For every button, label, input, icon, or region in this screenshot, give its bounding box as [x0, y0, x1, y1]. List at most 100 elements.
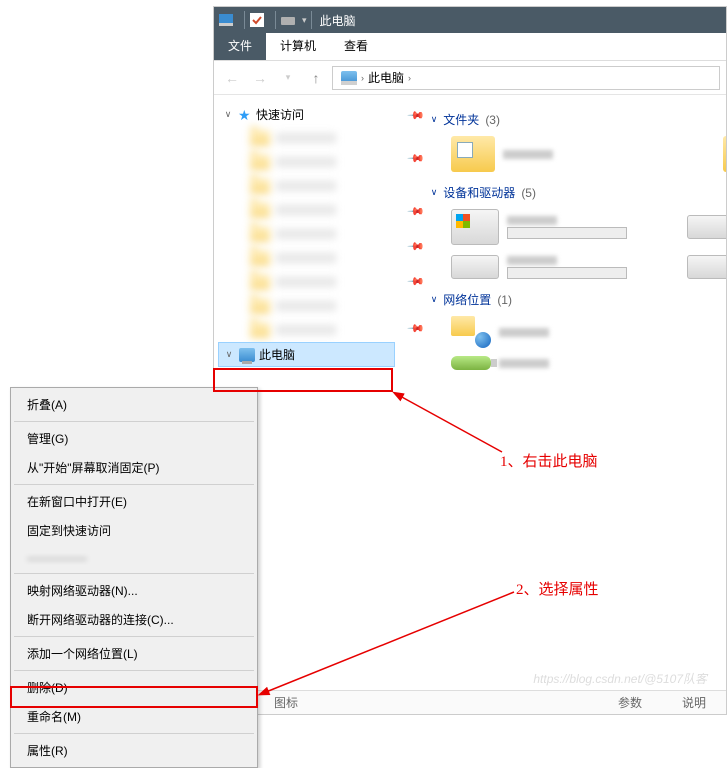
menu-collapse[interactable]: 折叠(A): [13, 390, 255, 419]
group-folders[interactable]: ∨ 文件夹 (3): [431, 111, 726, 128]
pc-icon: [341, 71, 357, 85]
tree-folder-item[interactable]: [250, 318, 395, 342]
menu-rename[interactable]: 重命名(M): [13, 702, 255, 731]
group-count: (1): [497, 293, 512, 307]
folder-icon: [250, 154, 270, 170]
caret-icon: ∨: [431, 294, 438, 305]
folder-icon: [451, 136, 495, 172]
drive-item[interactable]: [451, 255, 627, 279]
folder-icon: [250, 322, 270, 338]
monitor-icon: [218, 12, 234, 28]
statusbar: 图标 参数 说明: [214, 690, 726, 714]
pin-icon[interactable]: 📌: [406, 202, 425, 221]
explorer-window: ▾ 此电脑 文件 计算机 查看 ← → ▾ ↑ › 此电脑 › ∨ ★ 快速: [213, 6, 727, 715]
group-count: (3): [485, 113, 500, 127]
ribbon-tabs: 文件 计算机 查看: [214, 33, 726, 61]
content-area: ∨ ★ 快速访问 ∨ 此电脑: [214, 95, 726, 714]
navbar: ← → ▾ ↑ › 此电脑 ›: [214, 61, 726, 95]
menu-add-net-location[interactable]: 添加一个网络位置(L): [13, 639, 255, 668]
usb-item[interactable]: [451, 356, 726, 370]
nav-history-icon[interactable]: ▾: [276, 66, 300, 90]
folder-icon: [250, 274, 270, 290]
folder-icon: [250, 226, 270, 242]
tree-folder-item[interactable]: [250, 270, 395, 294]
pin-icon[interactable]: 📌: [406, 106, 425, 125]
folder-icon: [250, 202, 270, 218]
breadcrumb[interactable]: › 此电脑 ›: [332, 66, 720, 90]
drive-icon: [687, 255, 726, 279]
network-item[interactable]: [451, 316, 726, 348]
tab-view[interactable]: 查看: [330, 31, 382, 60]
tree-folder-item[interactable]: [250, 246, 395, 270]
menu-disconnect-drive[interactable]: 断开网络驱动器的连接(C)...: [13, 605, 255, 634]
folder-item[interactable]: [451, 136, 553, 172]
caret-icon: ∨: [431, 187, 438, 198]
drive-item[interactable]: [451, 209, 627, 245]
menu-map-drive[interactable]: 映射网络驱动器(N)...: [13, 576, 255, 605]
annotation-step2: 2、选择属性: [516, 578, 599, 599]
context-menu: 折叠(A) 管理(G) 从"开始"屏幕取消固定(P) 在新窗口中打开(E) 固定…: [10, 387, 258, 768]
menu-hidden-item[interactable]: —————: [13, 545, 255, 571]
menu-pin-quick[interactable]: 固定到快速访问: [13, 516, 255, 545]
group-label: 网络位置: [443, 291, 491, 308]
tree-folder-item[interactable]: [250, 150, 395, 174]
menu-properties[interactable]: 属性(R): [13, 736, 255, 765]
pin-icon[interactable]: 📌: [406, 237, 425, 256]
tree-folder-item[interactable]: [250, 294, 395, 318]
group-devices[interactable]: ∨ 设备和驱动器 (5): [431, 184, 726, 201]
drive-icon: [451, 209, 499, 245]
breadcrumb-root[interactable]: › 此电脑 ›: [337, 69, 415, 86]
nav-back-icon[interactable]: ←: [220, 66, 244, 90]
status-params: 参数: [618, 694, 642, 711]
folder-item[interactable]: [723, 136, 726, 172]
nav-forward-icon[interactable]: →: [248, 66, 272, 90]
group-network[interactable]: ∨ 网络位置 (1): [431, 291, 726, 308]
watermark: https://blog.csdn.net/@5107队客: [533, 670, 707, 687]
quick-access-label: 快速访问: [256, 106, 304, 123]
status-desc: 说明: [682, 694, 706, 711]
tree-folder-item[interactable]: [250, 222, 395, 246]
window-title: 此电脑: [320, 12, 356, 29]
dropdown-icon[interactable]: ▾: [302, 15, 307, 26]
caret-icon[interactable]: ∨: [222, 109, 234, 120]
tree-folder-item[interactable]: [250, 174, 395, 198]
drive-item[interactable]: [687, 209, 726, 245]
tree-folder-item[interactable]: [250, 126, 395, 150]
status-icons: 图标: [274, 694, 298, 711]
nav-up-icon[interactable]: ↑: [304, 66, 328, 90]
this-pc-label: 此电脑: [259, 346, 295, 363]
tab-computer[interactable]: 计算机: [266, 31, 330, 60]
network-content: [431, 316, 726, 370]
menu-unpin-start[interactable]: 从"开始"屏幕取消固定(P): [13, 453, 255, 482]
pin-icon[interactable]: 📌: [406, 319, 425, 338]
pc-icon: [239, 348, 255, 362]
tree-folder-item[interactable]: [250, 198, 395, 222]
caret-icon[interactable]: ∨: [223, 349, 235, 360]
star-icon: ★: [238, 108, 252, 122]
tree-this-pc[interactable]: ∨ 此电脑: [218, 342, 395, 367]
drive-item[interactable]: [687, 255, 726, 279]
folder-icon: [250, 178, 270, 194]
network-folder-icon: [451, 316, 491, 348]
pin-icon[interactable]: 📌: [406, 149, 425, 168]
menu-manage[interactable]: 管理(G): [13, 424, 255, 453]
group-count: (5): [521, 186, 536, 200]
pin-icon[interactable]: 📌: [406, 272, 425, 291]
menu-open-new-window[interactable]: 在新窗口中打开(E): [13, 487, 255, 516]
group-label: 文件夹: [443, 111, 479, 128]
annotation-step1: 1、右击此电脑: [500, 450, 598, 471]
menu-delete[interactable]: 删除(D): [13, 673, 255, 702]
folder-icon: [250, 298, 270, 314]
pin-column: 📌 📌 📌 📌 📌 📌: [409, 105, 423, 382]
checkbox-icon[interactable]: [249, 12, 265, 28]
breadcrumb-text: 此电脑: [368, 69, 404, 86]
titlebar: ▾ 此电脑: [214, 7, 726, 33]
drive-icon: [451, 255, 499, 279]
usb-icon: [451, 356, 491, 370]
drive-icon: [687, 215, 726, 239]
tab-file[interactable]: 文件: [214, 31, 266, 60]
tree-quick-access[interactable]: ∨ ★ 快速访问: [218, 103, 395, 126]
group-label: 设备和驱动器: [443, 184, 515, 201]
drive-small-icon: [280, 12, 296, 28]
folder-icon: [723, 136, 726, 172]
